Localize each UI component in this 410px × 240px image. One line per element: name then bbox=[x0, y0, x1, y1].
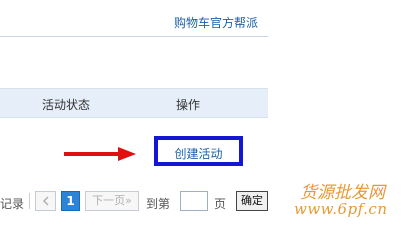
page-unit-label: 页 bbox=[214, 197, 227, 211]
page-number-input[interactable] bbox=[180, 191, 208, 211]
column-header-action: 操作 bbox=[176, 98, 201, 112]
current-page-indicator[interactable]: 1 bbox=[61, 191, 80, 211]
pagination-bar: 记录 1 下一页» 到第 页 确定 bbox=[0, 190, 270, 214]
top-divider bbox=[0, 36, 268, 37]
top-help-link[interactable]: 购物车官方帮派 bbox=[174, 14, 258, 31]
highlight-box: 创建活动 bbox=[154, 136, 243, 166]
red-arrow-annotation bbox=[64, 147, 136, 161]
records-text: 记录 bbox=[0, 197, 25, 211]
goto-label: 到第 bbox=[146, 197, 171, 211]
table-header-row: 活动状态 操作 bbox=[0, 88, 268, 118]
column-header-status: 活动状态 bbox=[42, 98, 91, 112]
watermark-url: www.6pf.cn bbox=[294, 200, 388, 218]
prev-page-button[interactable] bbox=[35, 191, 56, 211]
chevron-left-icon bbox=[42, 196, 49, 206]
create-activity-link[interactable]: 创建活动 bbox=[158, 145, 239, 162]
pager-separator bbox=[29, 193, 30, 209]
confirm-button[interactable]: 确定 bbox=[236, 191, 268, 211]
next-page-button[interactable]: 下一页» bbox=[85, 191, 139, 211]
